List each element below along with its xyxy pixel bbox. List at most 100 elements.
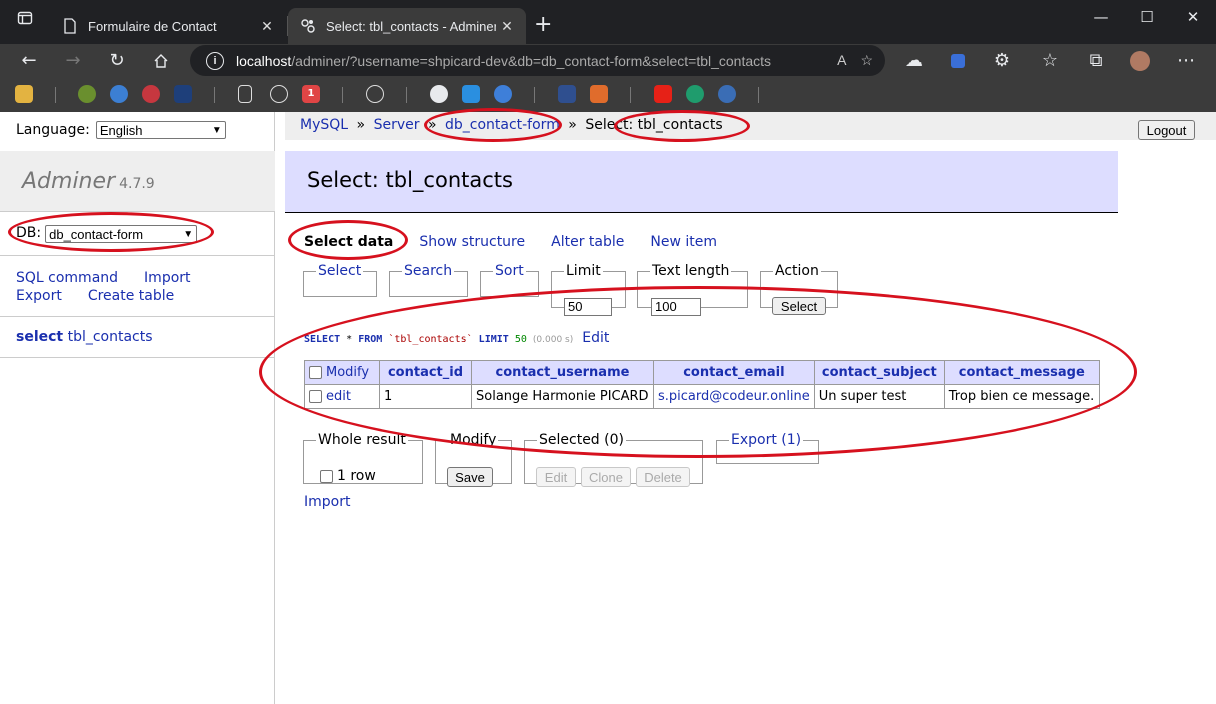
site-info-icon[interactable]: i	[206, 51, 224, 70]
html5-icon[interactable]	[590, 85, 608, 103]
limit-input[interactable]: 50	[564, 298, 612, 316]
vscode-icon[interactable]	[462, 85, 480, 103]
edit-row-link[interactable]: edit	[326, 389, 351, 404]
delete-button[interactable]: Delete	[636, 467, 690, 487]
bookmark-icon[interactable]	[718, 85, 736, 103]
new-tab-icon[interactable]: +	[534, 12, 552, 37]
show-structure-link[interactable]: Show structure	[419, 234, 525, 250]
forward-icon[interactable]: →	[59, 48, 87, 74]
home-icon[interactable]	[147, 48, 175, 74]
db-select[interactable]: db_contact-form ▼	[45, 225, 198, 243]
sql-command-link[interactable]: SQL command	[16, 269, 118, 287]
edit-selected-button[interactable]: Edit	[536, 467, 576, 487]
select-fieldset: Select	[303, 263, 377, 297]
column-header[interactable]: contact_message	[943, 360, 1100, 385]
whole-result-option: 1 row	[320, 468, 376, 484]
select-submit-button[interactable]: Select	[772, 297, 826, 315]
breadcrumb-mysql[interactable]: MySQL	[300, 117, 348, 133]
bookmark-icon[interactable]	[110, 85, 128, 103]
create-table-link[interactable]: Create table	[88, 287, 174, 305]
query-time: (0.000 s)	[532, 335, 574, 345]
modify-fieldset: Modify Save	[435, 432, 512, 487]
select-columns-link[interactable]: Select	[318, 263, 361, 279]
bookmark-icon[interactable]	[78, 85, 96, 103]
cloud-icon[interactable]: ☁	[900, 48, 928, 74]
tab-formulaire[interactable]: Formulaire de Contact ✕	[50, 8, 286, 44]
breadcrumb-db[interactable]: db_contact-form	[445, 117, 560, 133]
action-fieldset: Action Select	[760, 263, 838, 315]
read-aloud-icon[interactable]: A	[837, 52, 846, 69]
select-all-checkbox[interactable]	[309, 366, 322, 379]
extension-app-icon[interactable]	[944, 48, 972, 74]
tab-actions-button[interactable]	[0, 10, 50, 26]
youtube-icon[interactable]	[654, 85, 672, 103]
cell-contact-email[interactable]: s.picard@codeur.online	[658, 389, 810, 404]
close-window-icon[interactable]: ✕	[1170, 8, 1216, 26]
more-menu-icon[interactable]: ⋯	[1172, 48, 1200, 74]
column-header[interactable]: contact_subject	[813, 360, 945, 385]
sort-link[interactable]: Sort	[495, 263, 524, 279]
modify-label: Modify	[450, 432, 497, 448]
select-data-link[interactable]: Select data	[304, 234, 393, 250]
bookmark-divider	[55, 87, 56, 103]
sql-table: `tbl_contacts`	[388, 334, 473, 345]
address-bar[interactable]: i localhost/adminer/?username=shpicard-d…	[190, 45, 885, 76]
table-link[interactable]: tbl_contacts	[68, 329, 153, 345]
page-bookmark-icon[interactable]	[238, 85, 252, 103]
new-item-link[interactable]: New item	[650, 234, 717, 250]
logout-button[interactable]: Logout	[1138, 120, 1195, 140]
add-favorite-icon[interactable]: ☆	[860, 52, 873, 69]
language-value: English	[99, 122, 143, 138]
back-icon[interactable]: ←	[15, 48, 43, 74]
whole-result-checkbox[interactable]	[320, 469, 333, 483]
selected-label: Selected (0)	[539, 432, 624, 448]
language-select[interactable]: English ▼	[95, 121, 226, 139]
column-header[interactable]: contact_username	[471, 360, 654, 385]
bookmark-icon[interactable]	[686, 85, 704, 103]
alter-table-link[interactable]: Alter table	[551, 234, 624, 250]
brand-name[interactable]: Adminer	[22, 169, 115, 194]
column-header[interactable]: contact_email	[653, 360, 815, 385]
breadcrumb-server[interactable]: Server	[374, 117, 420, 133]
maximize-icon[interactable]: ☐	[1124, 8, 1170, 26]
save-button[interactable]: Save	[447, 467, 493, 487]
url-path: /adminer/?username=shpicard-dev&db=db_co…	[291, 52, 772, 69]
limit-fieldset: Limit 50	[551, 263, 626, 316]
bookmark-icon[interactable]	[174, 85, 192, 103]
adminer-favicon-icon	[300, 18, 316, 34]
favorites-icon[interactable]: ☆	[1036, 48, 1064, 74]
column-header[interactable]: contact_id	[379, 360, 472, 385]
close-tab-icon[interactable]: ✕	[256, 18, 278, 35]
extensions-icon[interactable]: ⚙	[988, 48, 1016, 74]
minimize-icon[interactable]: —	[1078, 8, 1124, 26]
whole-result-fieldset: Whole result 1 row	[303, 432, 423, 484]
page-title: Select: tbl_contacts	[285, 151, 1118, 213]
export-results-link[interactable]: Export (1)	[731, 432, 801, 448]
search-link[interactable]: Search	[404, 263, 452, 279]
bookmark-icon[interactable]	[558, 85, 576, 103]
text-length-input[interactable]: 100	[651, 298, 701, 316]
modify-link[interactable]: Modify	[326, 365, 369, 380]
export-link[interactable]: Export	[16, 287, 62, 305]
tab-adminer[interactable]: Select: tbl_contacts - Adminer ✕	[288, 8, 526, 44]
profile-avatar-icon[interactable]	[1126, 48, 1154, 74]
clone-button[interactable]: Clone	[581, 467, 631, 487]
search-fieldset: Search	[389, 263, 468, 297]
cell-contact-id: 1	[379, 384, 472, 409]
notification-bookmark-icon[interactable]: 1	[302, 85, 320, 103]
reload-icon[interactable]: ↻	[103, 48, 131, 74]
collections-icon[interactable]: ⧉	[1082, 48, 1110, 74]
import-link[interactable]: Import	[304, 494, 350, 510]
adminer-bookmark-icon[interactable]	[270, 85, 288, 103]
github-icon[interactable]	[430, 85, 448, 103]
edit-query-link[interactable]: Edit	[582, 330, 609, 346]
close-tab-icon[interactable]: ✕	[496, 18, 518, 35]
adminer-bookmark-icon[interactable]	[366, 85, 384, 103]
row-checkbox[interactable]	[309, 390, 322, 403]
bookmark-icon[interactable]	[142, 85, 160, 103]
github-cat-icon[interactable]	[494, 85, 512, 103]
import-link[interactable]: Import	[144, 269, 190, 287]
folder-bookmark-icon[interactable]	[15, 85, 33, 103]
table-select-link[interactable]: select	[16, 329, 63, 345]
brand-version[interactable]: 4.7.9	[119, 176, 155, 192]
